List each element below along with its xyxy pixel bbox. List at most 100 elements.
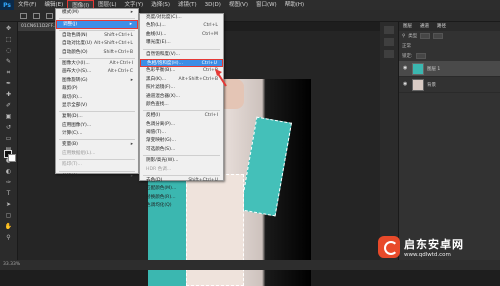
path-select-icon[interactable]: ➤ <box>4 201 14 209</box>
filter-pixel-icon[interactable] <box>420 33 431 39</box>
menu-bar-item[interactable]: 帮助(H) <box>281 0 308 10</box>
image-menu-item[interactable]: 分析(A) ▸ <box>56 173 138 181</box>
layer-row-1[interactable]: ◉ 图层 1 <box>399 61 500 77</box>
type-tool-icon[interactable]: T <box>4 190 14 198</box>
adjust-menu-item[interactable]: 自然饱和度(V)... <box>140 51 223 59</box>
add-selection-icon[interactable] <box>46 12 53 19</box>
image-menu-item: 陷印(T)... <box>56 161 138 169</box>
menu-item-label: 分析(A) <box>62 173 78 179</box>
menu-item-label: 去色(D) <box>146 178 163 184</box>
menu-bar-item[interactable]: 选择(S) <box>147 0 174 10</box>
photoshop-logo: Ps <box>0 0 14 10</box>
background-color-swatch[interactable] <box>8 154 16 162</box>
history-panel-icon[interactable] <box>384 26 394 34</box>
adjust-menu-item[interactable]: 阴影/高光(W)... <box>140 157 223 165</box>
adjust-menu-item[interactable]: 色阶(L)... Ctrl+L <box>140 22 223 30</box>
info-panel-icon[interactable] <box>384 50 394 58</box>
eye-icon[interactable]: ◉ <box>403 82 409 87</box>
properties-panel-icon[interactable] <box>384 38 394 46</box>
menu-item-label: 曝光度(E)... <box>146 40 171 46</box>
move-tool-icon[interactable]: ✥ <box>4 25 14 33</box>
image-menu-item[interactable]: 调整(J) ▸ <box>56 20 138 29</box>
blend-mode-select[interactable]: 正常 <box>402 43 411 49</box>
image-menu-item[interactable]: 变量(B) ▸ <box>56 141 138 149</box>
adjust-menu-item[interactable]: 色调均化(Q) <box>140 202 223 210</box>
adjust-menu-item[interactable]: 黑白(K)... Alt+Shift+Ctrl+B <box>140 76 223 84</box>
adjust-menu-item[interactable]: 阈值(T)... <box>140 129 223 137</box>
adjust-menu-item[interactable]: 去色(D) Shift+Ctrl+U <box>140 177 223 185</box>
healing-tool-icon[interactable]: ✚ <box>4 91 14 99</box>
zoom-tool-icon[interactable]: ⚲ <box>4 234 14 242</box>
menu-bar-item[interactable]: 3D(D) <box>201 0 225 10</box>
eyedropper-tool-icon[interactable]: ✒ <box>4 80 14 88</box>
image-menu-item[interactable]: 显示全部(V) <box>56 102 138 110</box>
adjust-menu-item[interactable]: 色相/饱和度(H)... Ctrl+U <box>140 58 223 68</box>
layer-row-background[interactable]: ◉ 背景 <box>399 77 500 93</box>
lock-icon[interactable] <box>415 53 426 59</box>
image-menu-item[interactable]: 图像旋转(G) ▸ <box>56 77 138 85</box>
menu-bar-item[interactable]: 滤镜(T) <box>174 0 201 10</box>
adjust-menu-item[interactable]: 替换颜色(R)... <box>140 194 223 202</box>
image-menu-item[interactable]: 应用图像(Y)... <box>56 122 138 130</box>
image-menu-item[interactable]: 裁切(R)... <box>56 94 138 102</box>
adjust-menu-item[interactable]: 色彩平衡(B)... Ctrl+B <box>140 67 223 75</box>
adjust-menu-item[interactable]: 可选颜色(S)... <box>140 146 223 154</box>
new-selection-icon[interactable] <box>33 12 40 19</box>
panel-icon-strip <box>380 22 398 260</box>
image-menu-item[interactable]: 自动色调(N) Shift+Ctrl+L <box>56 32 138 40</box>
adjust-menu-item[interactable]: 反相(I) Ctrl+I <box>140 112 223 120</box>
menu-item-shortcut: Shift+Ctrl+U <box>188 178 218 184</box>
menu-bar-item[interactable]: 文件(F) <box>14 0 40 10</box>
marquee-tool-icon[interactable]: ⬚ <box>4 36 14 44</box>
menu-item-shortcut: Ctrl+M <box>202 31 218 37</box>
tab-layers[interactable]: 图层 <box>399 22 416 31</box>
quick-select-tool-icon[interactable]: ✎ <box>4 58 14 66</box>
watermark-title: 启东安卓网 <box>404 238 464 251</box>
layer-filter-row: ⚲ 类型 <box>399 31 500 41</box>
image-menu-item[interactable]: 图像大小(I)... Alt+Ctrl+I <box>56 60 138 68</box>
adjust-menu-item[interactable]: 通道混合器(X)... <box>140 93 223 101</box>
image-menu-item[interactable]: 计算(C)... <box>56 130 138 138</box>
dodge-tool-icon[interactable]: ◐ <box>4 168 14 176</box>
stamp-tool-icon[interactable]: ▣ <box>4 113 14 121</box>
adjust-menu-item[interactable]: 色调分离(P)... <box>140 121 223 129</box>
menu-item-shortcut: Alt+Ctrl+I <box>109 60 133 66</box>
menu-item-label: 照片滤镜(F)... <box>146 85 175 91</box>
menu-bar-item[interactable]: 视图(V) <box>225 0 252 10</box>
submenu-arrow-icon: ▸ <box>130 77 133 83</box>
adjust-menu-item[interactable]: 曝光度(E)... <box>140 39 223 47</box>
hand-tool-icon[interactable]: ✋ <box>4 223 14 231</box>
lasso-tool-icon[interactable]: ◌ <box>4 47 14 55</box>
menu-item-label: 裁剪(P) <box>62 86 78 92</box>
menu-item-label: 应用图像(Y)... <box>62 122 92 128</box>
adjust-menu-item[interactable]: 照片滤镜(F)... <box>140 84 223 92</box>
image-menu-item[interactable]: 画布大小(S)... Alt+Ctrl+C <box>56 68 138 76</box>
menu-item-shortcut: Ctrl+I <box>204 113 218 119</box>
shape-tool-icon[interactable]: ▢ <box>4 212 14 220</box>
adjust-menu-item[interactable]: 颜色查找... <box>140 101 223 109</box>
brush-tool-icon[interactable]: ✐ <box>4 102 14 110</box>
image-menu-item[interactable]: 裁剪(P) <box>56 85 138 93</box>
image-menu-item[interactable]: 自动颜色(O) Shift+Ctrl+B <box>56 49 138 57</box>
image-menu-item[interactable]: 模式(M) ▸ <box>56 9 138 17</box>
history-brush-icon[interactable]: ↺ <box>4 124 14 132</box>
crop-tool-icon[interactable]: ⌗ <box>4 69 14 77</box>
menu-item-label: 阈值(T)... <box>146 130 166 136</box>
adjust-menu-item[interactable]: 亮度/对比度(C)... <box>140 14 223 22</box>
tab-channels[interactable]: 通道 <box>416 22 433 31</box>
eraser-tool-icon[interactable]: ▭ <box>4 135 14 143</box>
image-menu-item[interactable]: 自动对比度(U) Alt+Shift+Ctrl+L <box>56 40 138 48</box>
tool-preset-icon[interactable] <box>20 12 27 19</box>
adjust-menu-item[interactable]: 匹配颜色(M)... <box>140 185 223 193</box>
adjust-menu-item[interactable]: 曲线(U)... Ctrl+M <box>140 31 223 39</box>
menu-separator <box>59 18 135 20</box>
image-menu-item[interactable]: 复制(D)... <box>56 113 138 121</box>
eye-icon[interactable]: ◉ <box>403 66 409 71</box>
tab-paths[interactable]: 路径 <box>433 22 450 31</box>
menu-bar-item[interactable]: 窗口(W) <box>252 0 281 10</box>
adjust-menu-item[interactable]: 渐变映射(G)... <box>140 137 223 145</box>
filter-adjust-icon[interactable] <box>433 33 444 39</box>
pen-tool-icon[interactable]: ✑ <box>4 179 14 187</box>
menu-item-label: 模式(M) <box>62 10 79 15</box>
layer-filter-select[interactable]: 类型 <box>408 33 417 39</box>
